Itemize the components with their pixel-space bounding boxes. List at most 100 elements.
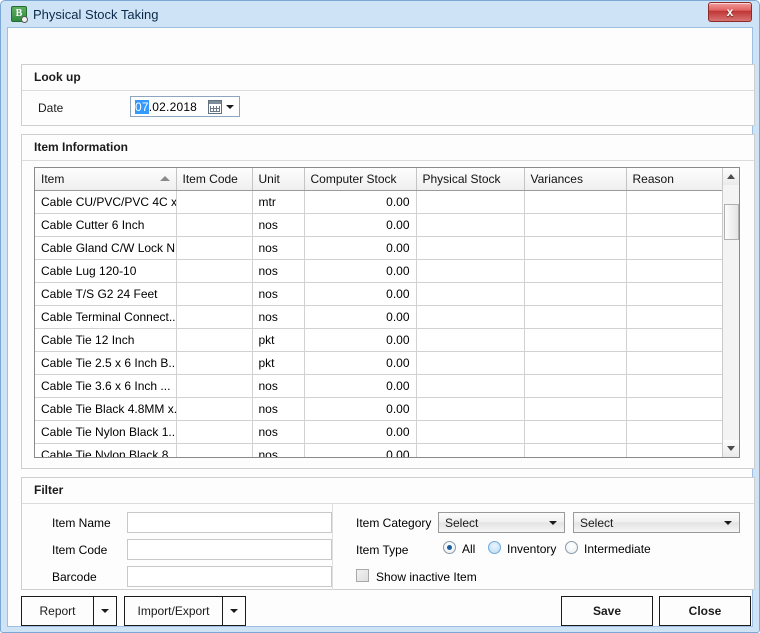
cell-item[interactable]: Cable Tie Nylon Black 1...: [35, 420, 177, 444]
item-information-group: Item Information Item Item Code Unit Com…: [21, 134, 755, 469]
grid-vertical-scrollbar[interactable]: [722, 168, 739, 457]
table-row[interactable]: Cable Lug 120-10 nos 0.00: [35, 259, 724, 283]
radio-item-type-intermediate[interactable]: [565, 541, 578, 554]
cell-computer-stock[interactable]: 0.00: [304, 351, 417, 375]
table-row[interactable]: Cable Tie 12 Inch pkt 0.00: [35, 328, 724, 352]
date-rest: .02.2018: [148, 99, 198, 114]
report-dropdown-button[interactable]: [93, 596, 117, 626]
column-header-computer-stock[interactable]: Computer Stock: [304, 168, 417, 191]
cell-variances[interactable]: [524, 397, 627, 421]
cell-item-code[interactable]: [176, 420, 253, 444]
table-row[interactable]: Cable Terminal Connect... nos 0.00: [35, 305, 724, 329]
column-header-item[interactable]: Item: [35, 168, 177, 191]
cell-computer-stock[interactable]: 0.00: [304, 190, 417, 214]
scroll-up-button[interactable]: [723, 168, 739, 185]
cell-item[interactable]: Cable Tie Nylon Black 8 ...: [35, 443, 177, 457]
cell-variances[interactable]: [524, 282, 627, 306]
cell-item-code[interactable]: [176, 397, 253, 421]
cell-item-code[interactable]: [176, 305, 253, 329]
table-row[interactable]: Cable Tie Nylon Black 1... nos 0.00: [35, 420, 724, 444]
import-export-button[interactable]: Import/Export: [124, 596, 222, 626]
cell-item-code[interactable]: [176, 190, 253, 214]
cell-variances[interactable]: [524, 213, 627, 237]
barcode-input[interactable]: [127, 566, 332, 587]
show-inactive-label: Show inactive Item: [376, 570, 477, 584]
close-button[interactable]: Close: [659, 596, 751, 626]
date-dropdown-button[interactable]: [224, 104, 236, 109]
scroll-down-button[interactable]: [723, 440, 739, 457]
cell-item-code[interactable]: [176, 351, 253, 375]
cell-item[interactable]: Cable CU/PVC/PVC 4C x...: [35, 190, 177, 214]
cell-computer-stock[interactable]: 0.00: [304, 420, 417, 444]
column-header-reason[interactable]: Reason: [626, 168, 724, 191]
cell-item-code[interactable]: [176, 236, 253, 260]
item-name-input[interactable]: [127, 512, 332, 533]
lookup-group: Look up Date 07.02.2018: [21, 64, 755, 126]
radio-item-type-inventory[interactable]: [488, 541, 501, 554]
cell-item-code[interactable]: [176, 443, 253, 457]
table-row[interactable]: Cable T/S G2 24 Feet nos 0.00: [35, 282, 724, 306]
item-category-select[interactable]: Select: [438, 512, 565, 533]
cell-variances[interactable]: [524, 420, 627, 444]
table-row[interactable]: Cable Tie Black 4.8MM x... nos 0.00: [35, 397, 724, 421]
table-row[interactable]: Cable Tie Nylon Black 8 ... nos 0.00: [35, 443, 724, 457]
cell-computer-stock[interactable]: 0.00: [304, 259, 417, 283]
cell-computer-stock[interactable]: 0.00: [304, 328, 417, 352]
cell-variances[interactable]: [524, 443, 627, 457]
cell-item-code[interactable]: [176, 282, 253, 306]
cell-item-code[interactable]: [176, 213, 253, 237]
calendar-icon[interactable]: [208, 99, 222, 114]
show-inactive-checkbox[interactable]: [356, 569, 369, 582]
save-button[interactable]: Save: [561, 596, 653, 626]
cell-item[interactable]: Cable Tie Black 4.8MM x...: [35, 397, 177, 421]
report-button[interactable]: Report: [21, 596, 93, 626]
table-body: Cable CU/PVC/PVC 4C x... mtr 0.00 Cable Cut…: [35, 190, 724, 457]
cell-computer-stock[interactable]: 0.00: [304, 213, 417, 237]
cell-variances[interactable]: [524, 374, 627, 398]
scrollbar-thumb[interactable]: [724, 204, 739, 240]
column-header-item-code[interactable]: Item Code: [176, 168, 253, 191]
cell-item-code[interactable]: [176, 328, 253, 352]
cell-item[interactable]: Cable Tie 2.5 x 6 Inch B...: [35, 351, 177, 375]
table-row[interactable]: Cable Cutter 6 Inch nos 0.00: [35, 213, 724, 237]
cell-variances[interactable]: [524, 351, 627, 375]
cell-item[interactable]: Cable Tie 12 Inch: [35, 328, 177, 352]
column-header-physical-stock[interactable]: Physical Stock: [416, 168, 525, 191]
cell-computer-stock[interactable]: 0.00: [304, 305, 417, 329]
item-code-input[interactable]: [127, 539, 332, 560]
import-export-dropdown-button[interactable]: [222, 596, 246, 626]
cell-variances[interactable]: [524, 328, 627, 352]
cell-item[interactable]: Cable Lug 120-10: [35, 259, 177, 283]
cell-computer-stock[interactable]: 0.00: [304, 397, 417, 421]
radio-item-type-all[interactable]: [443, 541, 456, 554]
cell-computer-stock[interactable]: 0.00: [304, 282, 417, 306]
cell-item[interactable]: Cable Terminal Connect...: [35, 305, 177, 329]
cell-item-code[interactable]: [176, 259, 253, 283]
column-label: Item: [41, 171, 65, 186]
column-header-variances[interactable]: Variances: [524, 168, 627, 191]
cell-item-code[interactable]: [176, 374, 253, 398]
cell-computer-stock[interactable]: 0.00: [304, 374, 417, 398]
radio-label-all: All: [462, 542, 476, 556]
cell-computer-stock[interactable]: 0.00: [304, 443, 417, 457]
close-window-button[interactable]: x: [708, 2, 752, 22]
table-row[interactable]: Cable Tie 2.5 x 6 Inch B... pkt 0.00: [35, 351, 724, 375]
item-subcategory-select[interactable]: Select: [573, 512, 740, 533]
cell-item[interactable]: Cable Gland C/W Lock N...: [35, 236, 177, 260]
column-header-unit[interactable]: Unit: [252, 168, 305, 191]
cell-computer-stock[interactable]: 0.00: [304, 236, 417, 260]
cell-physical-stock: [416, 305, 525, 329]
cell-variances[interactable]: [524, 259, 627, 283]
table-row[interactable]: Cable CU/PVC/PVC 4C x... mtr 0.00: [35, 190, 724, 214]
cell-variances[interactable]: [524, 236, 627, 260]
cell-item[interactable]: Cable Tie 3.6 x 6 Inch ...: [35, 374, 177, 398]
cell-item[interactable]: Cable Cutter 6 Inch: [35, 213, 177, 237]
cell-item[interactable]: Cable T/S G2 24 Feet: [35, 282, 177, 306]
date-input[interactable]: 07.02.2018: [130, 96, 240, 117]
cell-variances[interactable]: [524, 190, 627, 214]
item-category-value: Select: [445, 515, 479, 530]
stock-grid[interactable]: Item Item Code Unit Computer Stock Physi…: [34, 167, 740, 458]
cell-variances[interactable]: [524, 305, 627, 329]
table-row[interactable]: Cable Tie 3.6 x 6 Inch ... nos 0.00: [35, 374, 724, 398]
table-row[interactable]: Cable Gland C/W Lock N... nos 0.00: [35, 236, 724, 260]
